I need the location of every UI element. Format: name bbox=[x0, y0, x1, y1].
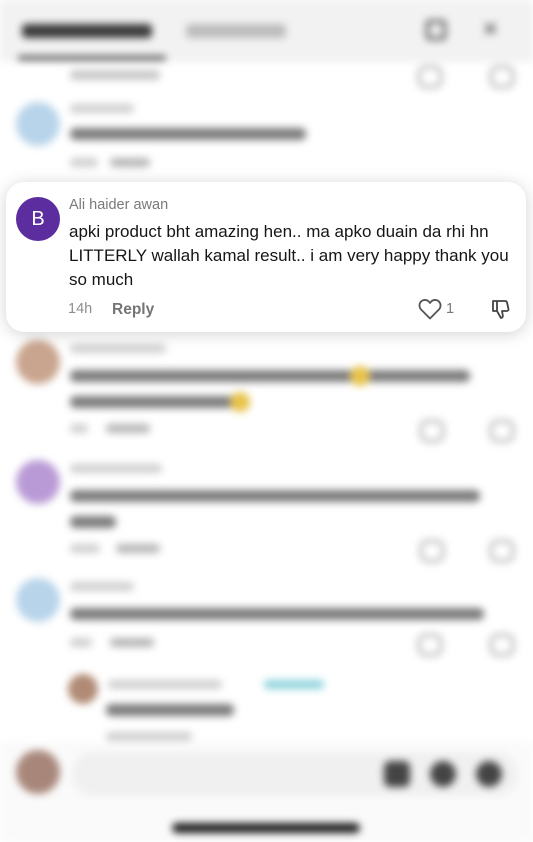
highlighted-comment: B Ali haider awan apki product bht amazi… bbox=[6, 182, 526, 332]
avatar bbox=[68, 674, 98, 704]
thumbs-down-icon[interactable] bbox=[490, 297, 514, 321]
tab-likes[interactable] bbox=[186, 24, 286, 38]
close-icon[interactable]: ✕ bbox=[482, 20, 502, 40]
image-icon[interactable] bbox=[384, 761, 410, 787]
heart-icon[interactable] bbox=[418, 298, 442, 320]
comment-author[interactable]: Ali haider awan bbox=[69, 197, 168, 213]
comment-time: 14h bbox=[68, 301, 93, 317]
reply-button[interactable]: Reply bbox=[112, 301, 154, 319]
tab-comments[interactable] bbox=[22, 24, 152, 38]
emoji-icon[interactable] bbox=[476, 761, 502, 787]
comments-header: ✕ bbox=[0, 0, 533, 62]
home-indicator bbox=[172, 823, 360, 833]
avatar bbox=[16, 340, 60, 384]
comment-text: apki product bht amazing hen.. ma apko d… bbox=[69, 222, 509, 289]
background-comments: ✕ bbox=[0, 0, 533, 842]
avatar bbox=[16, 460, 60, 504]
like-count: 1 bbox=[446, 301, 455, 317]
avatar[interactable]: B bbox=[16, 197, 60, 241]
avatar bbox=[16, 578, 60, 622]
avatar bbox=[16, 750, 60, 794]
active-tab-indicator bbox=[18, 56, 166, 60]
mention-icon[interactable] bbox=[430, 761, 456, 787]
avatar bbox=[16, 102, 60, 146]
filter-icon[interactable] bbox=[426, 20, 446, 40]
